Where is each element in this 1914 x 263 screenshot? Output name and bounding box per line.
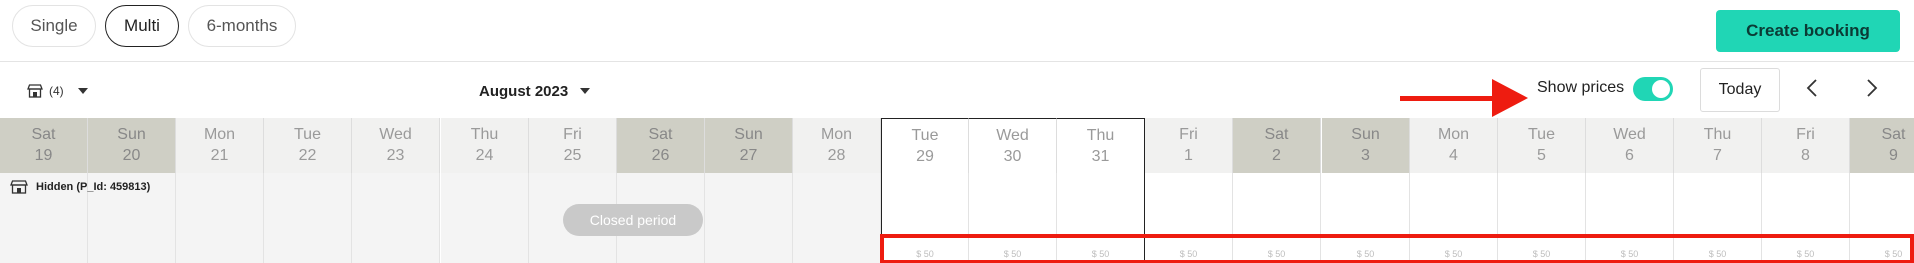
availability-cell[interactable] xyxy=(441,173,529,263)
day-date: 8 xyxy=(1801,147,1810,164)
show-prices-toggle[interactable] xyxy=(1633,77,1673,101)
day-header: Thu 7 xyxy=(1674,118,1762,173)
day-of-week: Wed xyxy=(1613,126,1646,143)
day-of-week: Wed xyxy=(996,127,1029,144)
day-header: Mon 21 xyxy=(176,118,264,173)
day-of-week: Sun xyxy=(734,126,763,143)
day-header: Fri 8 xyxy=(1762,118,1850,173)
day-date: 29 xyxy=(916,148,934,165)
day-of-week: Mon xyxy=(203,126,236,143)
day-header: Mon 28 xyxy=(793,118,881,173)
day-of-week: Thu xyxy=(1086,127,1115,144)
day-date: 7 xyxy=(1713,147,1722,164)
day-of-week: Fri xyxy=(1796,126,1815,143)
day-header: Sat 19 xyxy=(0,118,88,173)
day-date: 22 xyxy=(298,147,317,164)
day-header: Tue 22 xyxy=(264,118,352,173)
annotation-highlight-box xyxy=(880,234,1914,263)
chevron-down-icon xyxy=(580,88,591,94)
tab-multi[interactable]: Multi xyxy=(105,5,179,47)
day-date: 26 xyxy=(651,147,670,164)
day-date: 23 xyxy=(386,147,405,164)
day-header: Thu 31 xyxy=(1057,118,1145,173)
day-date: 6 xyxy=(1625,147,1634,164)
availability-cell[interactable] xyxy=(264,173,352,263)
chevron-left-icon xyxy=(1806,79,1817,97)
day-header: Fri 25 xyxy=(529,118,617,173)
month-selector[interactable]: August 2023 xyxy=(479,80,591,102)
day-date: 5 xyxy=(1537,147,1546,164)
day-date: 27 xyxy=(739,147,758,164)
day-header: Wed 6 xyxy=(1586,118,1674,173)
day-date: 1 xyxy=(1184,147,1193,164)
availability-cell[interactable] xyxy=(176,173,264,263)
day-header: Wed 30 xyxy=(969,118,1057,173)
day-header: Wed 23 xyxy=(352,118,440,173)
show-prices-label: Show prices xyxy=(1537,79,1625,96)
day-header: Sun 20 xyxy=(88,118,176,173)
day-date: 3 xyxy=(1361,147,1370,164)
day-of-week: Tue xyxy=(294,126,321,143)
day-of-week: Thu xyxy=(1703,126,1732,143)
create-booking-button[interactable]: Create booking xyxy=(1716,10,1900,52)
day-of-week: Fri xyxy=(563,126,582,143)
day-date: 9 xyxy=(1889,147,1898,164)
day-date: 25 xyxy=(563,147,582,164)
calendar-controls: (4) August 2023 Show prices Today xyxy=(0,62,1914,118)
property-count: (4) xyxy=(49,84,64,98)
day-header: Sat 26 xyxy=(617,118,705,173)
availability-cell[interactable] xyxy=(793,173,881,263)
day-of-week: Mon xyxy=(820,126,853,143)
day-date: 31 xyxy=(1091,148,1110,165)
day-header: Sat 9 xyxy=(1850,118,1914,173)
today-button[interactable]: Today xyxy=(1700,68,1780,112)
calendar-grid: Sat 19 Sun 20 Mon 21 Tue 22 Wed 23 Thu 24 Fri 25 Sat 26… xyxy=(0,118,1914,263)
day-of-week: Sat xyxy=(1264,126,1289,143)
day-date: 19 xyxy=(34,147,53,164)
day-header: Mon 4 xyxy=(1410,118,1498,173)
day-header: Sat 2 xyxy=(1233,118,1321,173)
day-of-week: Sun xyxy=(1351,126,1380,143)
store-icon xyxy=(27,84,43,98)
day-header: Tue 5 xyxy=(1498,118,1586,173)
day-of-week: Tue xyxy=(911,127,939,144)
day-date: 30 xyxy=(1003,148,1022,165)
day-header: Sun 27 xyxy=(705,118,793,173)
top-bar: Single Multi 6-months Create booking xyxy=(0,0,1914,62)
tab-single[interactable]: Single xyxy=(12,5,96,47)
day-of-week: Mon xyxy=(1437,126,1470,143)
day-date: 21 xyxy=(210,147,229,164)
next-month-button[interactable] xyxy=(1860,76,1884,100)
tab-6-months[interactable]: 6-months xyxy=(188,5,296,47)
room-name: Hidden (P_Id: 459813) xyxy=(36,181,151,193)
day-of-week: Sun xyxy=(117,126,146,143)
day-header: Fri 1 xyxy=(1145,118,1233,173)
availability-cell[interactable] xyxy=(352,173,440,263)
chevron-down-icon xyxy=(77,88,88,94)
property-filter[interactable]: (4) xyxy=(27,81,88,101)
day-of-week: Sat xyxy=(1881,126,1906,143)
day-of-week: Thu xyxy=(470,126,499,143)
day-date: 28 xyxy=(827,147,846,164)
closed-period-bar[interactable]: Closed period xyxy=(563,204,703,236)
day-header: Sun 3 xyxy=(1322,118,1410,173)
day-date: 4 xyxy=(1449,147,1458,164)
room-row-label[interactable]: Hidden (P_Id: 459813) xyxy=(10,180,150,194)
store-icon xyxy=(10,180,28,194)
chevron-right-icon xyxy=(1867,79,1878,97)
day-of-week: Sat xyxy=(648,126,673,143)
day-of-week: Tue xyxy=(1528,126,1555,143)
day-date: 24 xyxy=(475,147,494,164)
day-of-week: Sat xyxy=(31,126,56,143)
day-header: Tue 29 xyxy=(881,118,969,173)
day-of-week: Fri xyxy=(1179,126,1198,143)
annotation-arrow xyxy=(1400,79,1528,117)
day-date: 20 xyxy=(122,147,141,164)
availability-cell[interactable] xyxy=(705,173,793,263)
day-header: Thu 24 xyxy=(441,118,529,173)
day-date: 2 xyxy=(1272,147,1281,164)
prev-month-button[interactable] xyxy=(1800,76,1824,100)
day-of-week: Wed xyxy=(379,126,412,143)
month-label: August 2023 xyxy=(479,82,569,100)
